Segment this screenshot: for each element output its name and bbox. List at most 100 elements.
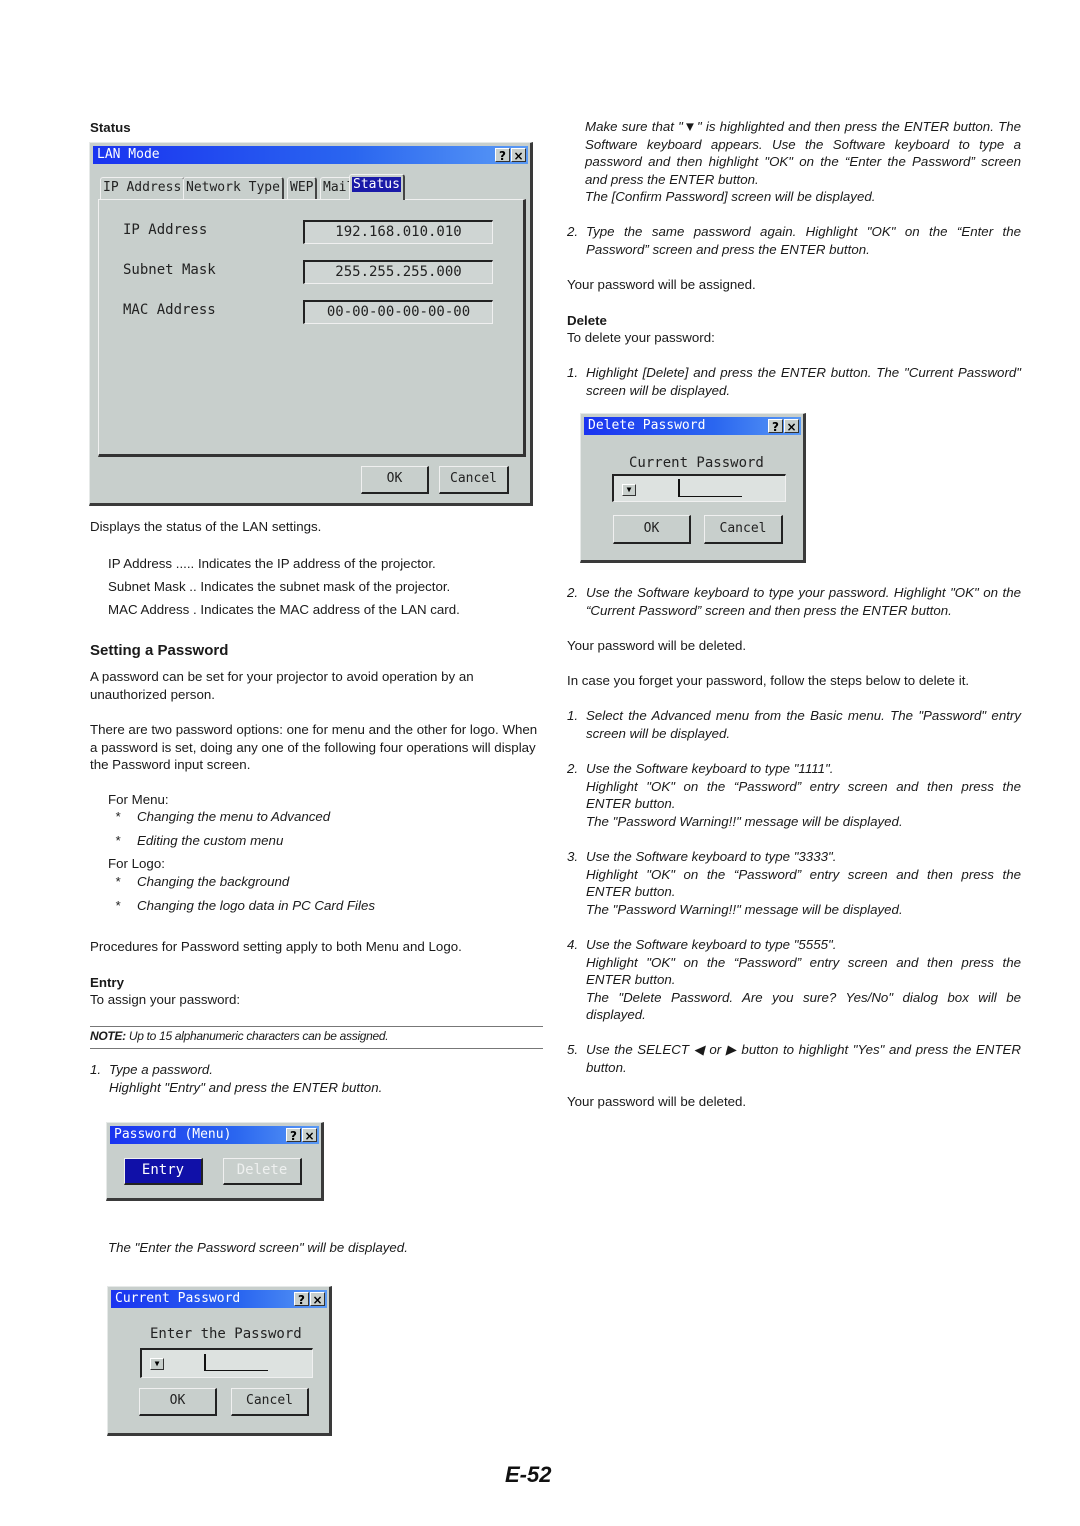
dialog-title: Delete Password: [588, 418, 706, 433]
dialog-title: Password (Menu): [114, 1127, 232, 1142]
delete-intro: To delete your password:: [567, 330, 715, 345]
subnet-mask-label: Subnet Mask: [123, 262, 216, 278]
step-line: Type a password.: [109, 1062, 213, 1077]
note-text: Up to 15 alphanumeric characters can be …: [125, 1029, 389, 1043]
close-icon[interactable]: ×: [511, 148, 526, 163]
def-term: Subnet Mask ..: [108, 579, 197, 594]
dialog-title: LAN Mode: [97, 147, 160, 162]
deleted-text: Your password will be deleted.: [567, 638, 747, 653]
options-paragraph: There are two password options: one for …: [90, 722, 538, 772]
step-number: 4.: [567, 937, 579, 952]
step-text: Type the same password again. Highlight …: [586, 224, 1021, 257]
entry-intro: To assign your password:: [90, 992, 241, 1007]
current-password-input[interactable]: ▼: [612, 474, 786, 502]
current-password-titlebar: Current Password ? ×: [111, 1290, 327, 1308]
step-number: 5.: [567, 1042, 579, 1057]
step-text: The "Delete Password. Are you sure? Yes/…: [586, 989, 1021, 1023]
tab-status[interactable]: Status: [349, 174, 405, 200]
confirm-text: The [Confirm Password] screen will be di…: [585, 189, 876, 204]
enter-password-prompt: Enter the Password: [150, 1326, 302, 1342]
step-number: 2.: [567, 585, 579, 600]
continuation-text: Make sure that "▼" is highlighted and th…: [585, 119, 1021, 187]
step-text: Select the Advanced menu from the Basic …: [586, 708, 1021, 741]
menu-bullet: *: [115, 833, 121, 848]
deleted-text-final: Your password will be deleted.: [567, 1094, 747, 1109]
menu-item: Editing the custom menu: [137, 833, 284, 848]
ip-address-field: 192.168.010.010: [303, 220, 493, 244]
step-number: 2.: [567, 761, 579, 776]
note-box: NOTE: Up to 15 alphanumeric characters c…: [90, 1026, 543, 1049]
lan-mode-dialog: LAN Mode ? × IP Address Network Type WEP…: [89, 142, 533, 506]
definition-list: IP Address ..... Indicates the IP addres…: [108, 555, 548, 624]
step-text: Use the SELECT ◀ or ▶ button to highligh…: [586, 1042, 1021, 1075]
for-logo-label: For Logo:: [108, 856, 165, 871]
delete-heading: Delete: [567, 313, 607, 328]
step-text: Use the Software keyboard to type "3333"…: [586, 849, 837, 864]
close-icon[interactable]: ×: [302, 1128, 317, 1143]
enter-screen-note: The "Enter the Password screen" will be …: [108, 1240, 408, 1255]
tab-ip-address[interactable]: IP Address: [100, 177, 186, 199]
intro-paragraph: A password can be set for your projector…: [90, 669, 474, 702]
assign-step-2: 2. Type the same password again. Highligh…: [567, 223, 1021, 258]
logo-bullet: *: [115, 874, 121, 889]
ok-button[interactable]: OK: [139, 1388, 217, 1416]
dropdown-icon[interactable]: ▼: [622, 484, 636, 496]
ok-button[interactable]: OK: [613, 515, 691, 544]
help-icon[interactable]: ?: [286, 1128, 301, 1143]
current-password-prompt: Current Password: [629, 455, 764, 471]
def-desc: Indicates the subnet mask of the project…: [200, 579, 451, 594]
help-icon[interactable]: ?: [768, 419, 783, 434]
help-icon[interactable]: ?: [294, 1292, 309, 1307]
forget-step-3: 3. Use the Software keyboard to type "333…: [567, 848, 1021, 918]
menu-bullet: *: [115, 809, 121, 824]
step-line: Highlight "Entry" and press the ENTER bu…: [109, 1079, 383, 1095]
status-description: Displays the status of the LAN settings.: [90, 519, 322, 534]
step-text: Highlight "OK" on the “Password” entry s…: [586, 954, 1021, 988]
mac-address-label: MAC Address: [123, 302, 216, 318]
logo-item: Changing the logo data in PC Card Files: [137, 898, 376, 913]
lan-mode-titlebar: LAN Mode ? ×: [93, 146, 528, 164]
continuation-paragraph: Make sure that "▼" is highlighted and th…: [585, 118, 1021, 206]
procedures-text: Procedures for Password setting apply to…: [90, 939, 462, 954]
password-menu-titlebar: Password (Menu) ? ×: [110, 1126, 319, 1144]
password-input[interactable]: ▼: [140, 1348, 313, 1378]
status-heading: Status: [90, 120, 131, 135]
step-text: Highlight [Delete] and press the ENTER b…: [586, 365, 1021, 398]
menu-item: Changing the menu to Advanced: [137, 809, 331, 824]
delete-step-2: 2. Use the Software keyboard to type your…: [567, 584, 1021, 619]
entry-button[interactable]: Entry: [124, 1158, 203, 1185]
forget-step-1: 1. Select the Advanced menu from the Basi…: [567, 707, 1021, 742]
dropdown-icon[interactable]: ▼: [150, 1358, 164, 1370]
close-icon[interactable]: ×: [784, 419, 799, 434]
step-text: Use the Software keyboard to type "5555"…: [586, 937, 837, 952]
def-term: IP Address .....: [108, 556, 195, 571]
cancel-button[interactable]: Cancel: [231, 1388, 309, 1416]
tab-wep[interactable]: WEP: [287, 177, 318, 199]
ok-button[interactable]: OK: [361, 466, 429, 494]
note-label: NOTE:: [90, 1029, 126, 1043]
page-number: E-52: [505, 1462, 552, 1487]
subnet-mask-field: 255.255.255.000: [303, 260, 493, 284]
entry-heading: Entry: [90, 975, 124, 990]
tab-network-type[interactable]: Network Type: [183, 177, 284, 199]
current-password-dialog: Current Password ? × Enter the Password …: [107, 1286, 332, 1436]
cancel-button[interactable]: Cancel: [704, 515, 783, 544]
close-icon[interactable]: ×: [310, 1292, 325, 1307]
password-menu-dialog: Password (Menu) ? × Entry Delete: [106, 1122, 324, 1201]
text-cursor: [204, 1354, 268, 1371]
step-number: 2.: [567, 224, 579, 239]
forget-step-5: 5. Use the SELECT ◀ or ▶ button to highli…: [567, 1041, 1021, 1076]
forget-text: In case you forget your password, follow…: [567, 673, 970, 688]
def-desc: Indicates the MAC address of the LAN car…: [200, 602, 460, 617]
cancel-button[interactable]: Cancel: [439, 466, 509, 494]
step-number: 1.: [567, 708, 579, 723]
ip-address-label: IP Address: [123, 222, 208, 238]
forget-step-2: 2. Use the Software keyboard to type "111…: [567, 760, 1021, 830]
delete-password-dialog: Delete Password ? × Current Password ▼ O…: [580, 413, 806, 563]
help-icon[interactable]: ?: [495, 148, 510, 163]
step-text: Use the Software keyboard to type your p…: [586, 585, 1021, 618]
delete-button[interactable]: Delete: [223, 1158, 302, 1185]
dialog-title: Current Password: [115, 1291, 241, 1306]
forget-step-4: 4. Use the Software keyboard to type "555…: [567, 936, 1021, 1024]
tab-status-label: Status: [352, 177, 401, 192]
